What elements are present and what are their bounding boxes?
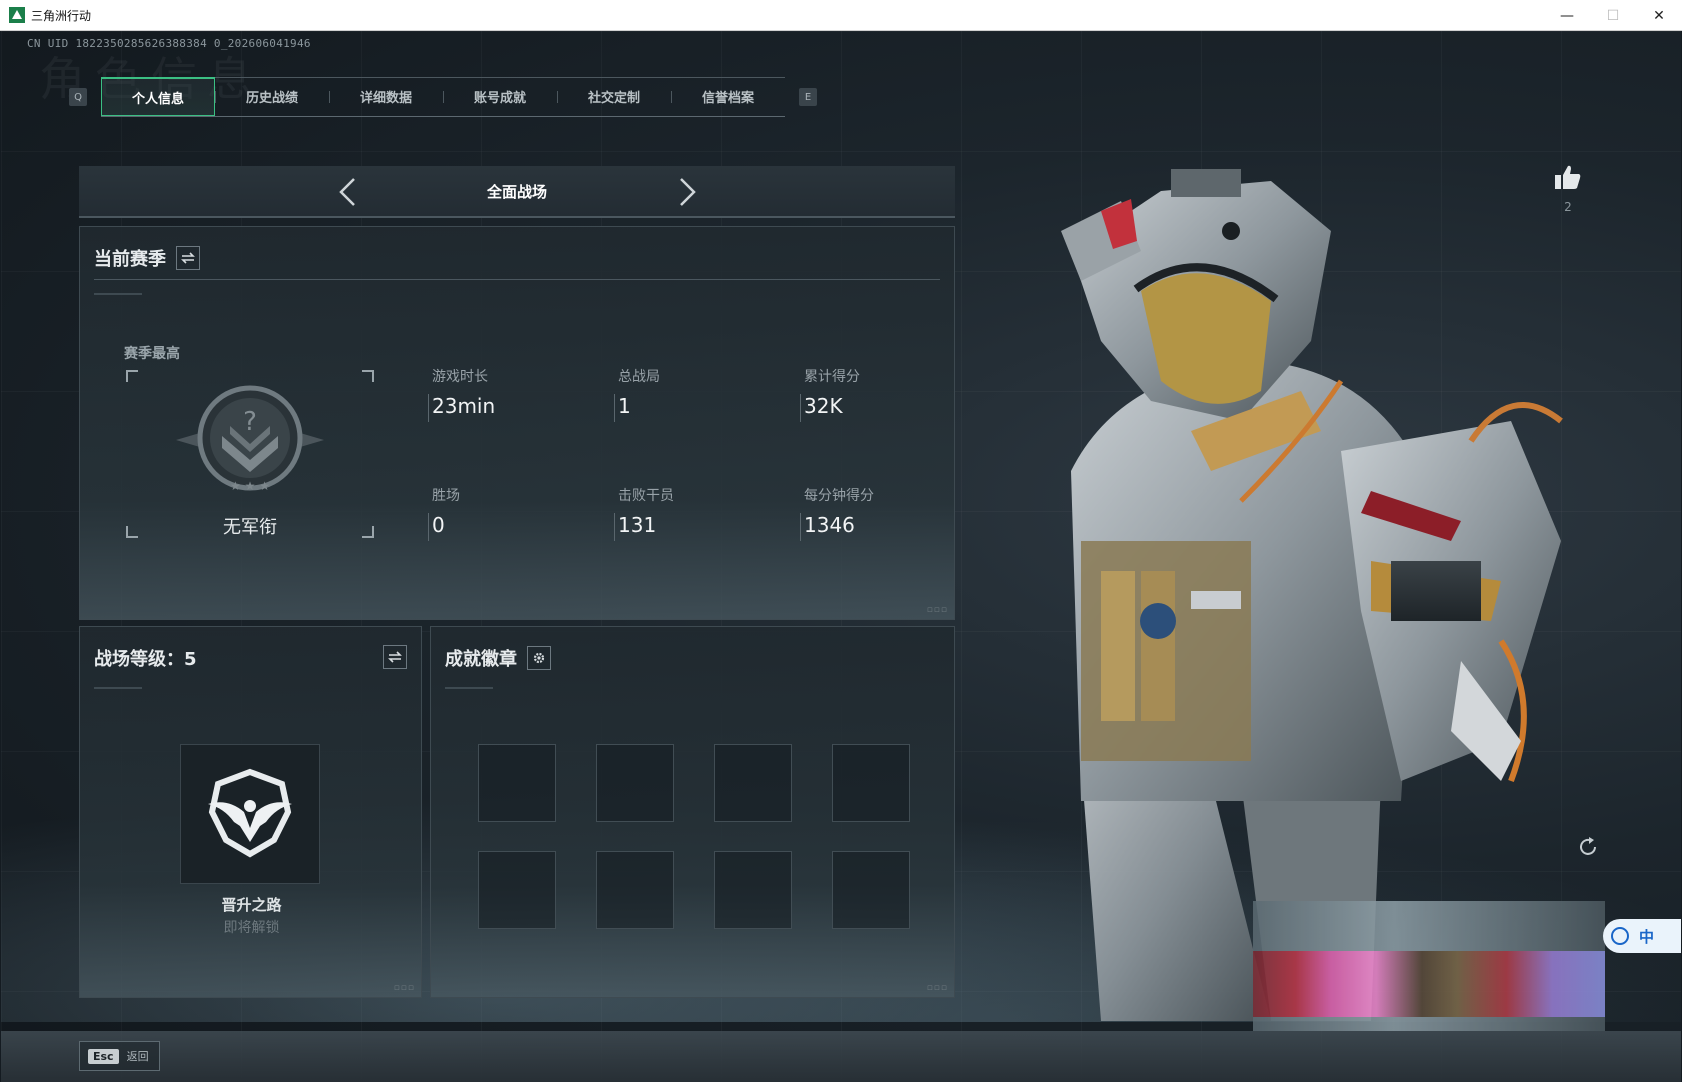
footer-bar: Esc 返回 <box>1 1031 1681 1082</box>
badges-title: 成就徽章 <box>445 649 517 670</box>
season-subdivider <box>94 293 142 295</box>
app-logo-icon <box>9 7 25 23</box>
tab-detailed-data[interactable]: 详细数据 <box>329 77 443 116</box>
ime-indicator[interactable]: 中 <box>1603 919 1681 953</box>
badge-slot[interactable] <box>478 851 556 929</box>
level-title: 战场等级：5 <box>94 649 197 670</box>
stat-value: 0 <box>432 513 445 537</box>
svg-text:★ ★ ★: ★ ★ ★ <box>230 479 270 493</box>
badge-slot[interactable] <box>714 851 792 929</box>
game-viewport: 角色信息 CN UID 1822350285626388384 0_202606… <box>1 31 1681 1082</box>
stat-label: 累计得分 <box>804 369 860 385</box>
badges-subdivider <box>445 687 493 689</box>
stat-score-per-minute: 每分钟得分 1346 <box>800 485 974 541</box>
next-tab-key-hint[interactable]: E <box>799 88 817 106</box>
level-switch-button[interactable] <box>383 645 407 669</box>
mode-title: 全面战场 <box>486 182 547 201</box>
season-divider <box>94 279 940 280</box>
like-count: 2 <box>1564 200 1572 214</box>
prev-mode-button[interactable] <box>334 178 362 206</box>
rank-name: 无军衔 <box>223 517 277 538</box>
frame-corner <box>126 370 138 382</box>
badge-slot[interactable] <box>832 851 910 929</box>
rank-label: 赛季最高 <box>124 346 180 362</box>
tab-personal-info[interactable]: 个人信息 <box>101 77 215 116</box>
chevron-left-icon <box>339 178 355 206</box>
mode-selector: 全面战场 <box>79 166 955 218</box>
badge-slot[interactable] <box>478 744 556 822</box>
tab-credit-record[interactable]: 信誉档案 <box>671 77 785 116</box>
next-mode-button[interactable] <box>673 178 701 206</box>
minimize-button[interactable]: — <box>1544 0 1590 31</box>
badges-settings-button[interactable] <box>527 646 551 670</box>
stat-total-matches: 总战局 1 <box>614 366 788 422</box>
badge-slot[interactable] <box>596 851 674 929</box>
like-widget[interactable]: 2 <box>1554 164 1582 214</box>
back-button[interactable]: Esc 返回 <box>79 1041 160 1071</box>
season-header: 当前赛季 <box>94 245 200 271</box>
panel-corner-mark: ▫▫▫ <box>926 983 948 993</box>
badge-slot[interactable] <box>832 744 910 822</box>
chevron-right-icon <box>680 178 696 206</box>
stat-value: 1346 <box>804 513 855 537</box>
maximize-button[interactable]: ☐ <box>1590 0 1636 31</box>
obscured-image <box>1253 951 1605 1017</box>
window-titlebar: 三角洲行动 — ☐ ✕ <box>0 0 1682 31</box>
stat-label: 总战局 <box>618 369 660 385</box>
level-subdivider <box>94 687 142 689</box>
badge-slot[interactable] <box>596 744 674 822</box>
stat-label: 胜场 <box>432 488 460 504</box>
level-header: 战场等级：5 <box>94 645 197 671</box>
frame-corner <box>362 370 374 382</box>
badges-header: 成就徽章 <box>445 645 551 671</box>
current-season-panel: 当前赛季 赛季最高 ? ★ ★ ★ 无军衔 游戏时长 23min 总战局 1 累… <box>79 226 955 620</box>
window-controls: — ☐ ✕ <box>1544 0 1682 31</box>
obscured-notification <box>1253 901 1605 1031</box>
tab-social-customization[interactable]: 社交定制 <box>557 77 671 116</box>
stat-play-time: 游戏时长 23min <box>428 366 602 422</box>
tab-account-achievements[interactable]: 账号成就 <box>443 77 557 116</box>
close-button[interactable]: ✕ <box>1636 0 1682 31</box>
ime-logo-icon <box>1611 927 1629 945</box>
rank-emblem-icon: ? ★ ★ ★ <box>176 385 324 493</box>
season-switch-button[interactable] <box>176 246 200 270</box>
gear-icon <box>533 652 545 664</box>
prev-tab-key-hint[interactable]: Q <box>69 88 87 106</box>
ime-mode-label: 中 <box>1639 927 1655 946</box>
stat-label: 游戏时长 <box>432 369 488 385</box>
back-label: 返回 <box>126 1050 149 1063</box>
stat-value: 1 <box>618 394 631 418</box>
svg-text:?: ? <box>243 407 257 437</box>
medal-status: 即将解锁 <box>223 920 280 936</box>
profile-tabs: Q 个人信息 历史战绩 详细数据 账号成就 社交定制 信誉档案 E <box>69 77 817 117</box>
player-uid: CN UID 1822350285626388384 0_20260604194… <box>27 37 311 50</box>
stat-value: 32K <box>804 394 843 418</box>
tab-match-history[interactable]: 历史战绩 <box>215 77 329 116</box>
battlefield-level-panel: 战场等级：5 晋升之路 即将解锁 ▫▫▫ <box>79 626 422 998</box>
badge-slot[interactable] <box>714 744 792 822</box>
stat-total-score: 累计得分 32K <box>800 366 974 422</box>
season-title: 当前赛季 <box>94 249 166 270</box>
medal-frame[interactable] <box>180 744 320 884</box>
swap-icon <box>388 651 402 663</box>
medal-name: 晋升之路 <box>221 896 282 914</box>
panel-corner-mark: ▫▫▫ <box>393 983 415 993</box>
tab-list: 个人信息 历史战绩 详细数据 账号成就 社交定制 信誉档案 <box>101 77 785 117</box>
stat-label: 每分钟得分 <box>804 488 874 504</box>
stat-value: 23min <box>432 394 496 418</box>
panel-corner-mark: ▫▫▫ <box>926 605 948 615</box>
rotate-icon <box>1580 837 1596 855</box>
achievement-badges-panel: 成就徽章 ▫▫▫ <box>430 626 955 998</box>
stat-wins: 胜场 0 <box>428 485 602 541</box>
stat-value: 131 <box>618 513 657 537</box>
swap-icon <box>181 252 195 264</box>
rotate-model-button[interactable] <box>1577 836 1599 862</box>
stat-kills: 击败干员 131 <box>614 485 788 541</box>
window-title: 三角洲行动 <box>31 8 92 23</box>
rank-box: ? ★ ★ ★ 无军衔 <box>126 370 374 538</box>
stat-label: 击败干员 <box>618 488 674 504</box>
esc-key-badge: Esc <box>88 1048 119 1064</box>
thumbs-up-icon <box>1555 165 1581 189</box>
eagle-medal-icon <box>208 768 292 858</box>
